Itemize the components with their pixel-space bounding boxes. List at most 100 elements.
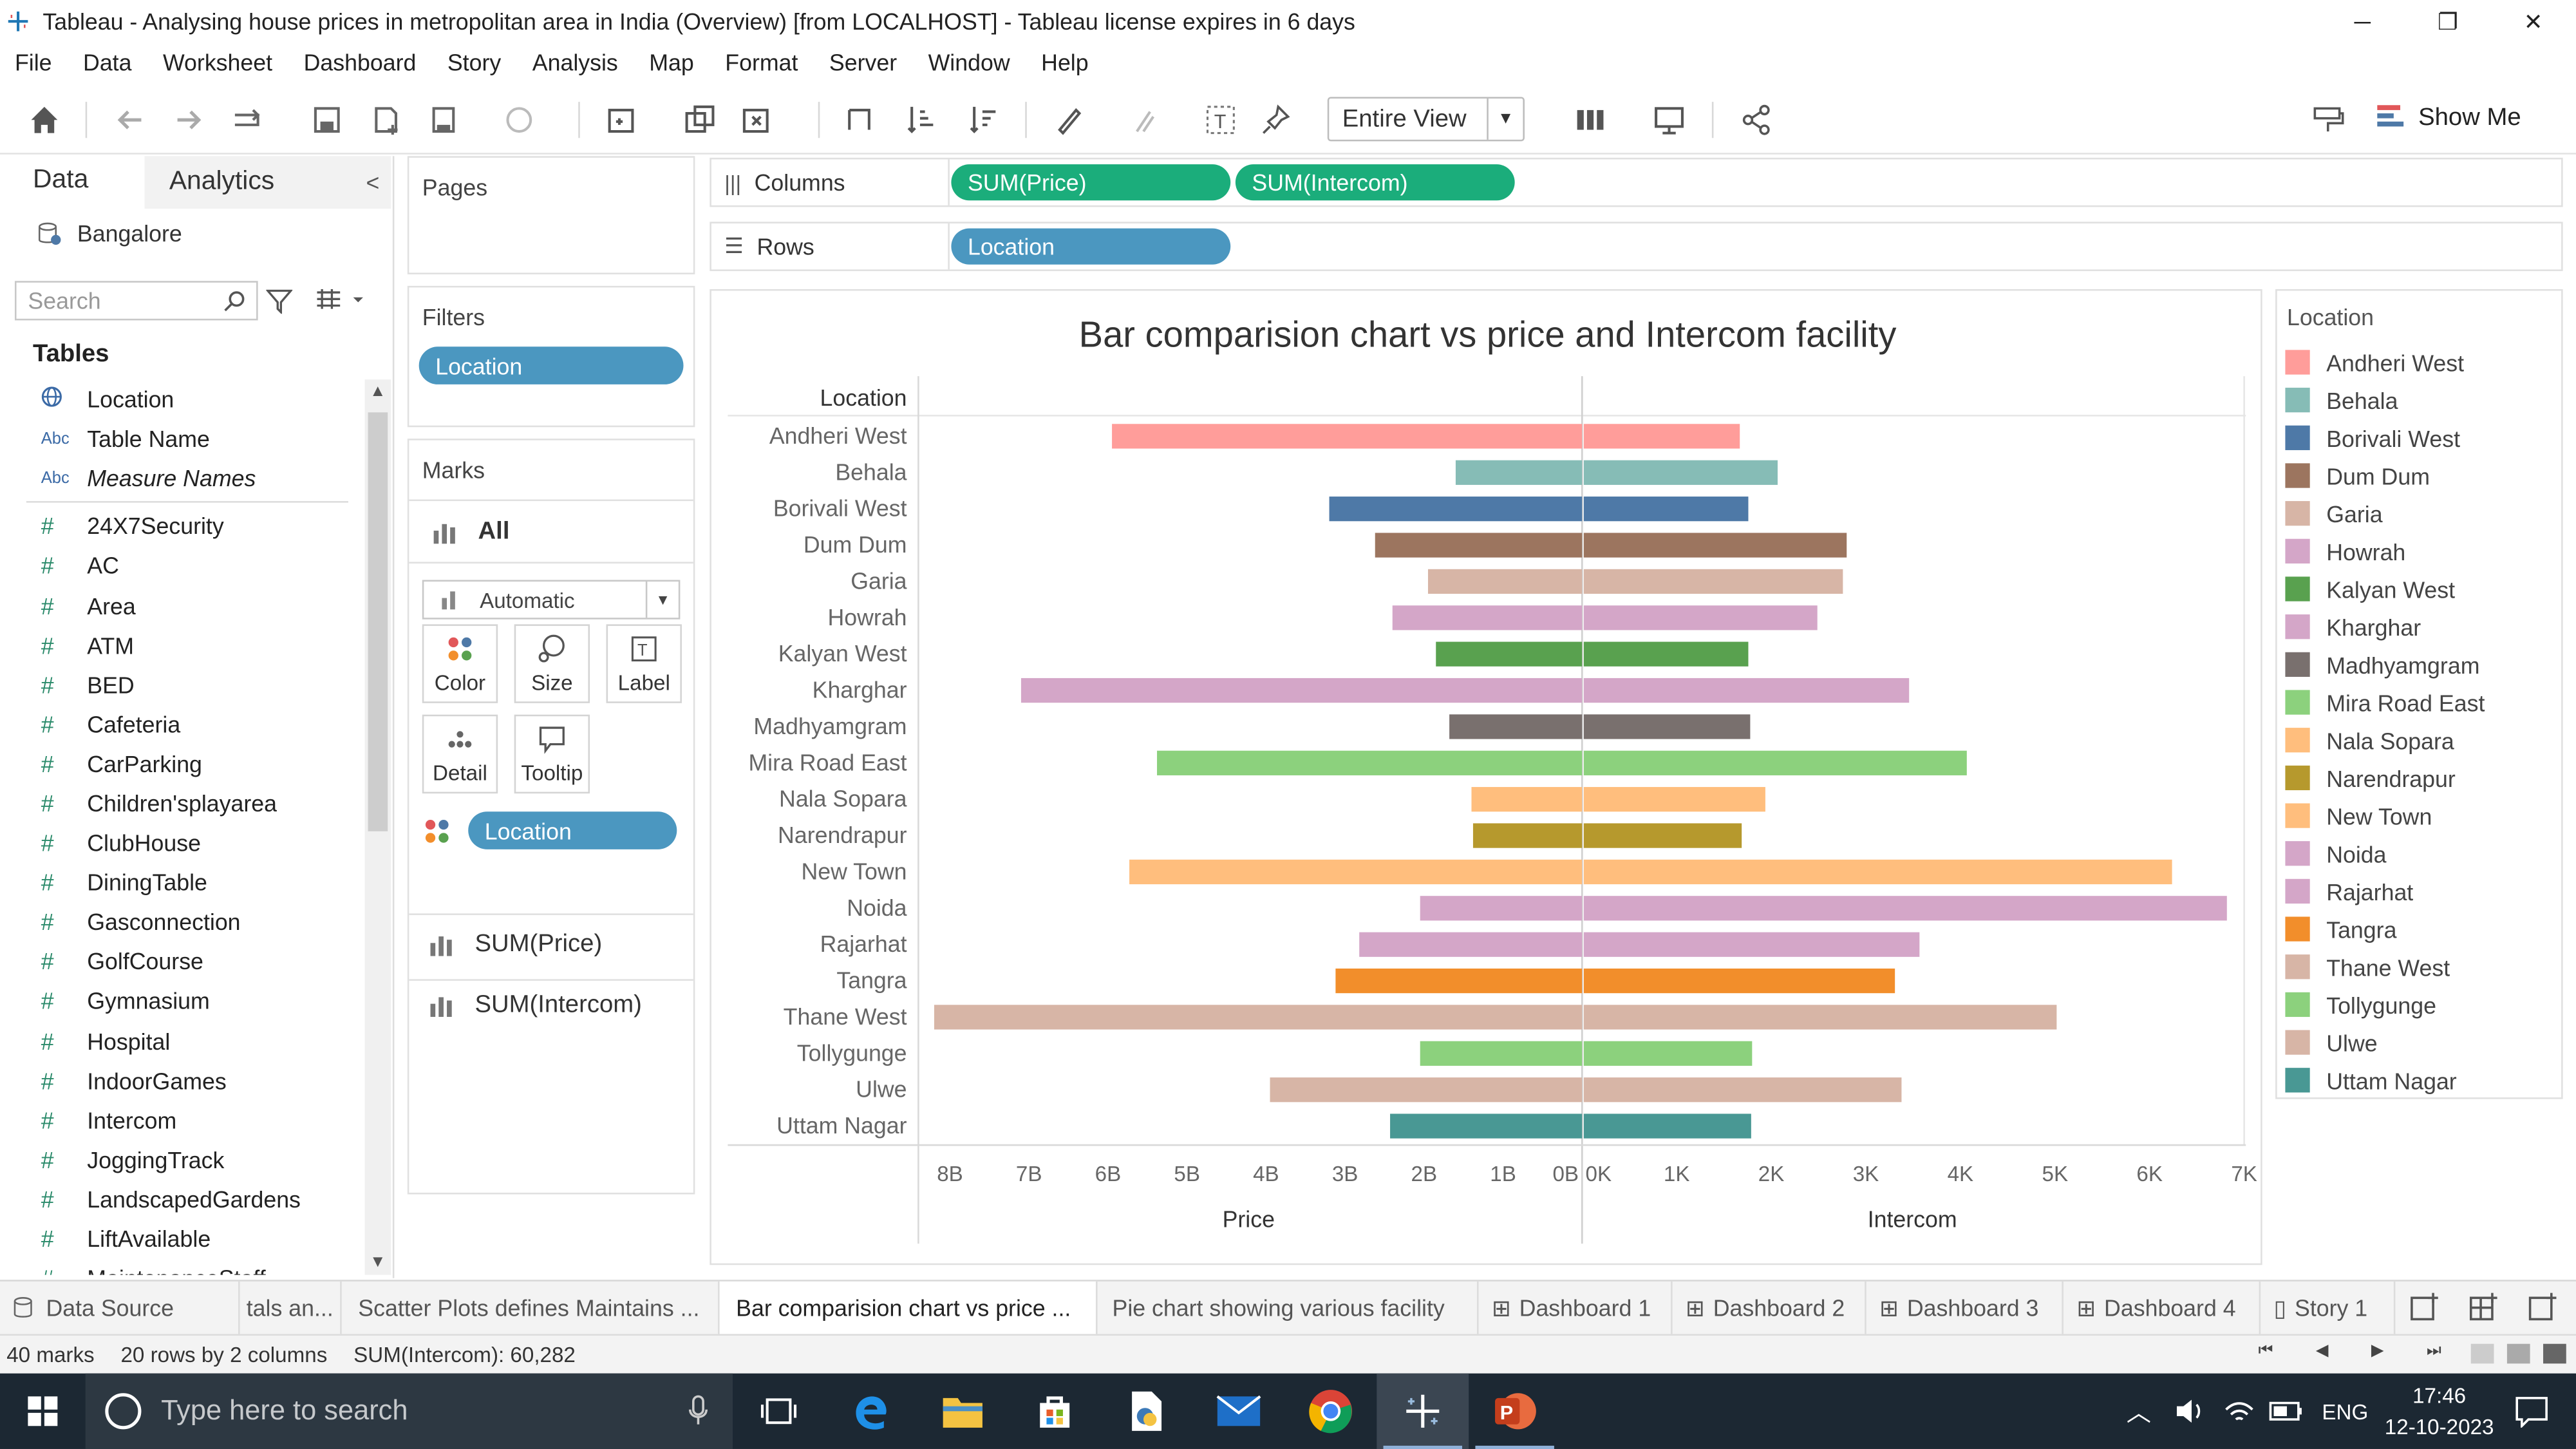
- refresh-icon[interactable]: [501, 102, 537, 138]
- field-item[interactable]: # Cafeteria: [0, 705, 364, 744]
- new-worksheet-icon[interactable]: [605, 102, 641, 138]
- sheet-tab-4[interactable]: Pie chart showing various facility: [1098, 1281, 1479, 1334]
- taskbar-search-input[interactable]: Type here to search: [85, 1373, 733, 1449]
- scroll-up-icon[interactable]: ▲: [370, 383, 386, 401]
- filter-icon[interactable]: [266, 287, 293, 314]
- filters-card[interactable]: Filters Location: [407, 285, 695, 428]
- legend-item[interactable]: Tangra: [2277, 910, 2561, 948]
- tooltip-button[interactable]: Tooltip: [514, 714, 590, 794]
- label-button[interactable]: T Label: [606, 624, 682, 703]
- field-item[interactable]: # Children'splayarea: [0, 784, 364, 823]
- redo-icon[interactable]: [171, 102, 207, 138]
- show-cards-icon[interactable]: [1574, 102, 1610, 138]
- menu-map[interactable]: Map: [649, 50, 693, 76]
- legend-item[interactable]: Kalyan West: [2277, 570, 2561, 608]
- edge-browser-icon[interactable]: [825, 1374, 917, 1449]
- new-dashboard-icon[interactable]: [2468, 1291, 2501, 1324]
- pages-card[interactable]: Pages: [407, 156, 695, 275]
- menu-window[interactable]: Window: [928, 50, 1010, 76]
- show-me-button[interactable]: Show Me: [2376, 102, 2521, 131]
- task-view-icon[interactable]: [733, 1374, 825, 1449]
- microphone-icon[interactable]: [687, 1395, 710, 1428]
- field-item[interactable]: # LiftAvailable: [0, 1219, 364, 1258]
- close-button[interactable]: ✕: [2490, 0, 2576, 43]
- replay-icon[interactable]: [230, 102, 266, 138]
- language-indicator[interactable]: ENG: [2322, 1399, 2368, 1423]
- story-tab-1[interactable]: ▯ Story 1: [2261, 1281, 2396, 1334]
- filmstrip-view-icon[interactable]: [2470, 1343, 2494, 1364]
- mail-icon[interactable]: [1193, 1374, 1285, 1449]
- swap-icon[interactable]: [841, 102, 877, 138]
- duplicate-icon[interactable]: [682, 102, 718, 138]
- datasource-item[interactable]: Bangalore: [0, 209, 393, 258]
- detail-button[interactable]: Detail: [422, 714, 498, 794]
- mark-type-select[interactable]: Automatic ▼: [422, 580, 681, 620]
- legend-item[interactable]: Thane West: [2277, 948, 2561, 986]
- field-item[interactable]: # Hospital: [0, 1021, 364, 1060]
- dashboard-tab-1[interactable]: ⊞ Dashboard 1: [1479, 1281, 1673, 1334]
- tab-analytics[interactable]: Analytics: [144, 156, 391, 209]
- legend-item[interactable]: Garia: [2277, 495, 2561, 533]
- show-hidden-icons-icon[interactable]: ︿: [2127, 1394, 2151, 1429]
- minimize-button[interactable]: ─: [2320, 0, 2405, 43]
- share-icon[interactable]: [1738, 102, 1774, 138]
- next-sheet-icon[interactable]: ▶: [2371, 1342, 2384, 1360]
- filter-pill-location[interactable]: Location: [418, 346, 684, 384]
- field-item[interactable]: # Gasconnection: [0, 902, 364, 942]
- restore-button[interactable]: ❐: [2405, 0, 2491, 43]
- first-sheet-icon[interactable]: ⏮: [2259, 1342, 2273, 1360]
- legend-item[interactable]: Andheri West: [2277, 343, 2561, 381]
- marks-all-row[interactable]: All: [409, 501, 693, 545]
- powerpoint-icon[interactable]: P: [1469, 1374, 1561, 1449]
- field-item[interactable]: # BED: [0, 665, 364, 704]
- field-item[interactable]: # GolfCourse: [0, 942, 364, 981]
- store-icon[interactable]: [1009, 1374, 1101, 1449]
- sheet-tab-3[interactable]: Bar comparision chart vs price ...: [719, 1281, 1098, 1334]
- menu-file[interactable]: File: [15, 50, 52, 76]
- tab-view-icon[interactable]: [2543, 1343, 2566, 1364]
- new-story-icon[interactable]: [2527, 1291, 2560, 1324]
- sorter-view-icon[interactable]: [2506, 1343, 2530, 1364]
- field-item[interactable]: Location: [0, 379, 364, 419]
- field-item[interactable]: # Area: [0, 585, 364, 625]
- pin-icon[interactable]: [1259, 102, 1295, 138]
- fit-view-select[interactable]: Entire View ▼: [1327, 97, 1525, 142]
- taskbar-clock[interactable]: 17:46 12-10-2023: [2385, 1380, 2494, 1443]
- start-button[interactable]: [0, 1374, 86, 1449]
- field-item[interactable]: # ATM: [0, 625, 364, 665]
- sort-ascending-icon[interactable]: [903, 102, 939, 138]
- sheet-tab-1[interactable]: tals an...: [240, 1281, 342, 1334]
- field-item[interactable]: # ClubHouse: [0, 823, 364, 862]
- battery-icon[interactable]: [2270, 1398, 2306, 1425]
- scroll-down-icon[interactable]: ▼: [370, 1253, 386, 1271]
- field-item[interactable]: # DiningTable: [0, 863, 364, 902]
- home-icon[interactable]: [26, 102, 62, 138]
- python-file-icon[interactable]: [1101, 1374, 1193, 1449]
- legend-item[interactable]: Ulwe: [2277, 1023, 2561, 1061]
- legend-item[interactable]: Behala: [2277, 381, 2561, 419]
- menu-analysis[interactable]: Analysis: [532, 50, 618, 76]
- legend-item[interactable]: Rajarhat: [2277, 873, 2561, 911]
- undo-icon[interactable]: [112, 102, 148, 138]
- color-pill-location[interactable]: Location: [468, 811, 677, 849]
- dashboard-tab-4[interactable]: ⊞ Dashboard 4: [2064, 1281, 2261, 1334]
- color-button[interactable]: Color: [422, 624, 498, 703]
- menu-help[interactable]: Help: [1041, 50, 1088, 76]
- menu-server[interactable]: Server: [829, 50, 897, 76]
- field-item[interactable]: # Intercom: [0, 1100, 364, 1139]
- dashboard-tab-2[interactable]: ⊞ Dashboard 2: [1673, 1281, 1866, 1334]
- field-item[interactable]: # CarParking: [0, 744, 364, 783]
- dashboard-tab-3[interactable]: ⊞ Dashboard 3: [1866, 1281, 2064, 1334]
- row-pill-location[interactable]: Location: [951, 228, 1231, 265]
- new-worksheet-icon[interactable]: [2409, 1291, 2441, 1324]
- legend-item[interactable]: Kharghar: [2277, 608, 2561, 646]
- legend-item[interactable]: Noida: [2277, 835, 2561, 873]
- sort-descending-icon[interactable]: [966, 102, 1002, 138]
- show-labels-icon[interactable]: T: [1203, 102, 1239, 138]
- sheet-tab-2[interactable]: Scatter Plots defines Maintains ...: [342, 1281, 720, 1334]
- field-item[interactable]: #24X7Security: [0, 506, 364, 545]
- menu-worksheet[interactable]: Worksheet: [163, 50, 272, 76]
- chevron-down-icon[interactable]: ▼: [645, 582, 679, 618]
- chevron-down-icon[interactable]: ▼: [1487, 99, 1523, 140]
- paint-roller-icon[interactable]: [2310, 102, 2346, 138]
